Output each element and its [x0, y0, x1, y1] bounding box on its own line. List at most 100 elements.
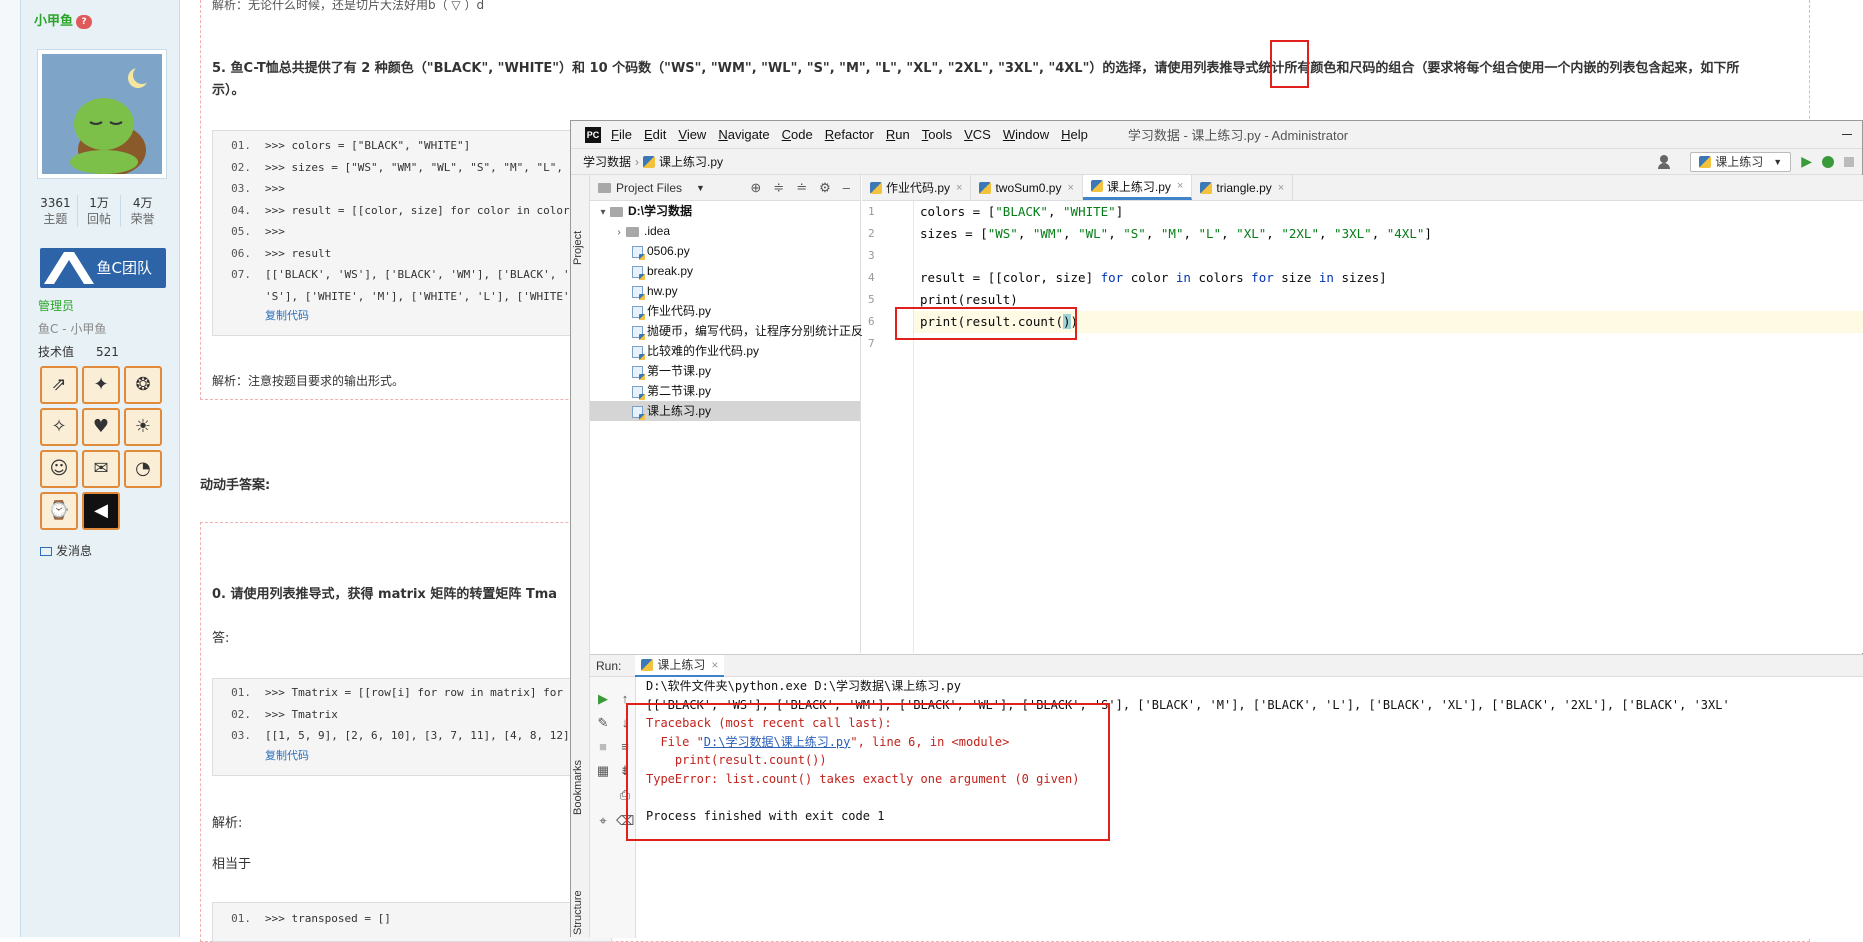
up-arrow-icon[interactable]: ↑	[616, 691, 634, 706]
send-message-link[interactable]: 发消息	[40, 542, 92, 559]
close-icon[interactable]: ×	[1278, 182, 1284, 194]
medal-timer-icon[interactable]: ⌚	[40, 492, 78, 530]
tree-item[interactable]: 作业代码.py	[590, 301, 860, 321]
medal-clock-icon[interactable]: ◔	[124, 450, 162, 488]
author-name[interactable]: 小甲鱼?	[34, 10, 93, 29]
console-output[interactable]: D:\软件文件夹\python.exe D:\学习数据\课上练习.py [['B…	[646, 677, 1863, 938]
medal-face-icon[interactable]: ☺	[40, 450, 78, 488]
print-icon[interactable]: ⎙	[616, 787, 634, 803]
close-icon[interactable]: ×	[1067, 182, 1073, 194]
console-file-link[interactable]: D:\学习数据\课上练习.py	[704, 735, 851, 749]
menu-vcs[interactable]: VCS	[964, 127, 991, 142]
run-icon[interactable]: ▶	[1801, 153, 1812, 170]
locate-icon[interactable]: ⊕	[750, 180, 761, 196]
menu-window[interactable]: Window	[1003, 127, 1049, 142]
medal-megaphone-icon[interactable]: ◀	[82, 492, 120, 530]
menu-edit[interactable]: Edit	[644, 127, 666, 142]
editor-tab[interactable]: twoSum0.py ×	[971, 175, 1083, 200]
author-name-text[interactable]: 小甲鱼	[34, 14, 73, 29]
soft-wrap-icon[interactable]: ≡	[616, 739, 634, 754]
pin-icon[interactable]: ⌖	[594, 813, 612, 829]
scroll-end-icon[interactable]: ⇟	[616, 763, 634, 779]
medal-chat-icon[interactable]: ✉	[82, 450, 120, 488]
menu-code[interactable]: Code	[782, 127, 813, 142]
send-message-label[interactable]: 发消息	[56, 544, 92, 558]
wrench-icon[interactable]: ✎	[594, 715, 612, 731]
stat-replies[interactable]: 1万 回帖	[78, 195, 122, 227]
project-view-select[interactable]: Project Files	[616, 181, 682, 195]
chevron-right-icon[interactable]: ›	[612, 223, 626, 243]
tree-item[interactable]: › .idea	[590, 221, 860, 241]
menu-navigate[interactable]: Navigate	[718, 127, 769, 142]
code-line-3[interactable]	[914, 245, 1863, 267]
code-line-1[interactable]: colors = ["BLACK", "WHITE"]	[914, 201, 1863, 223]
expand-all-icon[interactable]: ≑	[773, 180, 784, 196]
medal-badge-icon[interactable]: ❂	[124, 366, 162, 404]
close-icon[interactable]: ×	[1177, 180, 1183, 192]
menu-help[interactable]: Help	[1061, 127, 1088, 142]
tree-item[interactable]: hw.py	[590, 281, 860, 301]
folder-icon	[598, 182, 611, 193]
debug-icon[interactable]	[1822, 155, 1834, 168]
avatar[interactable]	[38, 50, 166, 178]
project-tool-button[interactable]: Project	[572, 231, 584, 265]
medal-vip-icon[interactable]: ✦	[82, 366, 120, 404]
editor-tab[interactable]: 课上练习.py ×	[1082, 175, 1193, 200]
copy-code-link[interactable]: 复制代码	[265, 747, 611, 763]
tree-item[interactable]: 比较难的作业代码.py	[590, 341, 860, 361]
user-icon[interactable]	[1658, 154, 1680, 169]
code-line-5[interactable]: print(result)	[914, 289, 1863, 311]
run-config-select[interactable]: 课上练习 ▼	[1690, 151, 1792, 172]
code-line-4[interactable]: result = [[color, size] for color in col…	[914, 267, 1863, 289]
code-area[interactable]: colors = ["BLACK", "WHITE"] sizes = ["WS…	[914, 201, 1863, 653]
medal-bulb-icon[interactable]: ☀	[124, 408, 162, 446]
stop-icon[interactable]: ■	[594, 739, 612, 754]
breadcrumb-file[interactable]: 课上练习.py	[659, 153, 723, 170]
close-icon[interactable]: ×	[956, 182, 962, 194]
python-file-icon	[1200, 181, 1213, 194]
tree-item[interactable]: 第二节课.py	[590, 381, 860, 401]
team-banner[interactable]: 鱼C团队	[40, 248, 166, 288]
tree-item[interactable]: 0506.py	[590, 241, 860, 261]
tree-item[interactable]: 第一节课.py	[590, 361, 860, 381]
menu-file[interactable]: File	[611, 127, 632, 142]
left-tool-strip: Project Bookmarks Structure	[571, 175, 590, 937]
layout-icon[interactable]: ▦	[594, 763, 612, 779]
medal-heart-icon[interactable]: ♥	[82, 408, 120, 446]
tree-item[interactable]: 课上练习.py	[590, 401, 860, 421]
breadcrumb-project[interactable]: 学习数据	[583, 153, 631, 170]
collapse-all-icon[interactable]: ≐	[796, 180, 807, 196]
console-command: D:\软件文件夹\python.exe D:\学习数据\课上练习.py	[646, 679, 961, 693]
hide-icon[interactable]: –	[843, 180, 850, 196]
tree-item[interactable]: ▾ D:\学习数据	[590, 201, 860, 221]
bookmarks-tool-button[interactable]: Bookmarks	[572, 760, 584, 815]
tree-item[interactable]: break.py	[590, 261, 860, 281]
trash-icon[interactable]: ⌫	[616, 813, 634, 829]
code-line-6[interactable]: print(result.count())	[914, 311, 1863, 333]
stat-honor[interactable]: 4万 荣誉	[121, 195, 164, 227]
editor-tab[interactable]: 作业代码.py ×	[862, 175, 972, 200]
stop-icon[interactable]	[1844, 156, 1854, 167]
chevron-down-icon[interactable]: ▾	[596, 203, 610, 223]
menu-view[interactable]: View	[678, 127, 706, 142]
stat-topics[interactable]: 3361 主题	[34, 195, 78, 227]
menu-tools[interactable]: Tools	[922, 127, 952, 142]
close-icon[interactable]: ×	[711, 658, 718, 672]
code-line-2[interactable]: sizes = ["WS", "WM", "WL", "S", "M", "L"…	[914, 223, 1863, 245]
down-arrow-icon[interactable]: ↓	[616, 715, 634, 730]
code-line-7[interactable]	[914, 333, 1863, 355]
chevron-down-icon[interactable]: ▼	[696, 183, 705, 193]
medal-up-icon[interactable]: ⇗	[40, 366, 78, 404]
gear-icon[interactable]: ⚙	[819, 180, 831, 196]
editor-tab[interactable]: triangle.py ×	[1192, 175, 1294, 200]
copy-code-link[interactable]: 复制代码	[265, 307, 611, 323]
medal-star-icon[interactable]: ✧	[40, 408, 78, 446]
minimize-button[interactable]	[1842, 134, 1852, 135]
python-file-icon	[1090, 180, 1103, 192]
structure-tool-button[interactable]: Structure	[572, 890, 584, 935]
menu-run[interactable]: Run	[886, 127, 910, 142]
tree-item[interactable]: 抛硬币，编写代码，让程序分别统计正反	[590, 321, 863, 341]
rerun-icon[interactable]: ▶	[594, 691, 612, 707]
run-tab[interactable]: 课上练习 ×	[635, 654, 725, 677]
menu-refactor[interactable]: Refactor	[825, 127, 874, 142]
